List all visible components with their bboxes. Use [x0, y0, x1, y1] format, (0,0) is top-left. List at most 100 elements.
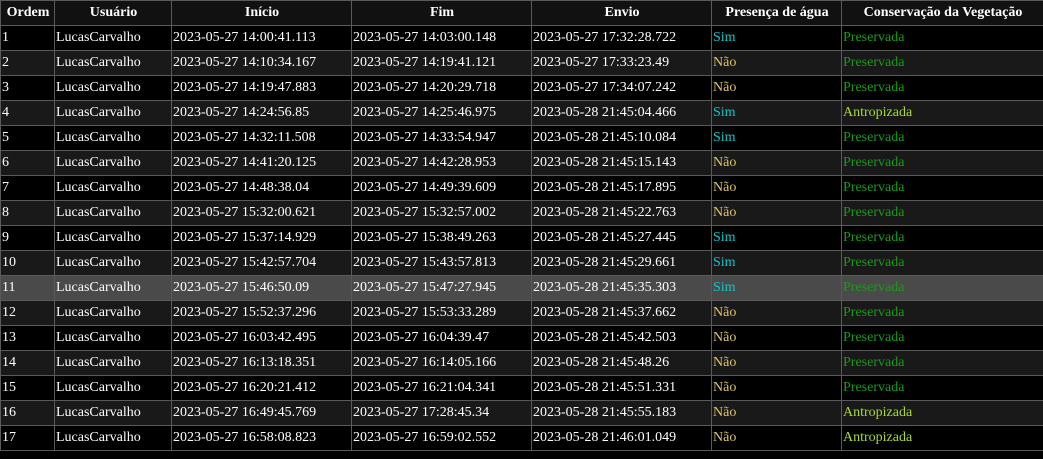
column-header-conservacao-vegetacao[interactable]: Conservação da Vegetação [841, 0, 1043, 26]
cell-inicio: 2023-05-27 16:58:08.823 [171, 425, 352, 451]
cell-inicio: 2023-05-27 14:19:47.883 [171, 75, 352, 101]
cell-envio: 2023-05-28 21:46:01.049 [531, 425, 712, 451]
cell-fim: 2023-05-27 15:38:49.263 [351, 225, 532, 251]
cell-usuario: LucasCarvalho [54, 400, 172, 426]
data-table: Ordem Usuário Início Fim Envio Presença … [0, 0, 1043, 451]
cell-fim: 2023-05-27 15:53:33.289 [351, 300, 532, 326]
cell-presenca-agua: Não [711, 325, 842, 351]
cell-presenca-agua: Não [711, 150, 842, 176]
cell-conservacao-vegetacao: Preservada [841, 75, 1043, 101]
table-row[interactable]: 6 LucasCarvalho 2023-05-27 14:41:20.125 202… [0, 150, 1043, 176]
cell-ordem: 2 [0, 50, 55, 76]
cell-inicio: 2023-05-27 16:49:45.769 [171, 400, 352, 426]
table-row[interactable]: 3 LucasCarvalho 2023-05-27 14:19:47.883 202… [0, 75, 1043, 101]
cell-fim: 2023-05-27 14:33:54.947 [351, 125, 532, 151]
cell-conservacao-vegetacao: Preservada [841, 325, 1043, 351]
cell-envio: 2023-05-28 21:45:22.763 [531, 200, 712, 226]
cell-envio: 2023-05-28 21:45:17.895 [531, 175, 712, 201]
column-header-fim[interactable]: Fim [351, 0, 532, 26]
cell-fim: 2023-05-27 14:20:29.718 [351, 75, 532, 101]
cell-conservacao-vegetacao: Antropizada [841, 425, 1043, 451]
cell-presenca-agua: Não [711, 175, 842, 201]
cell-inicio: 2023-05-27 16:13:18.351 [171, 350, 352, 376]
cell-usuario: LucasCarvalho [54, 175, 172, 201]
cell-fim: 2023-05-27 16:21:04.341 [351, 375, 532, 401]
cell-fim: 2023-05-27 16:14:05.166 [351, 350, 532, 376]
cell-inicio: 2023-05-27 16:03:42.495 [171, 325, 352, 351]
cell-envio: 2023-05-27 17:34:07.242 [531, 75, 712, 101]
cell-usuario: LucasCarvalho [54, 100, 172, 126]
column-header-ordem[interactable]: Ordem [0, 0, 55, 26]
table-row[interactable]: 14 LucasCarvalho 2023-05-27 16:13:18.351 20… [0, 350, 1043, 376]
cell-envio: 2023-05-28 21:45:48.26 [531, 350, 712, 376]
table-row[interactable]: 11 LucasCarvalho 2023-05-27 15:46:50.09 202… [0, 275, 1043, 301]
cell-usuario: LucasCarvalho [54, 300, 172, 326]
cell-conservacao-vegetacao: Preservada [841, 50, 1043, 76]
cell-conservacao-vegetacao: Preservada [841, 200, 1043, 226]
table-row[interactable]: 1 LucasCarvalho 2023-05-27 14:00:41.113 202… [0, 25, 1043, 51]
column-header-presenca-agua[interactable]: Presença de água [711, 0, 842, 26]
cell-inicio: 2023-05-27 14:10:34.167 [171, 50, 352, 76]
cell-envio: 2023-05-28 21:45:27.445 [531, 225, 712, 251]
cell-inicio: 2023-05-27 14:24:56.85 [171, 100, 352, 126]
cell-fim: 2023-05-27 16:04:39.47 [351, 325, 532, 351]
cell-ordem: 14 [0, 350, 55, 376]
cell-ordem: 5 [0, 125, 55, 151]
table-row[interactable]: 8 LucasCarvalho 2023-05-27 15:32:00.621 202… [0, 200, 1043, 226]
cell-ordem: 10 [0, 250, 55, 276]
cell-fim: 2023-05-27 14:42:28.953 [351, 150, 532, 176]
cell-presenca-agua: Não [711, 350, 842, 376]
table-row[interactable]: 15 LucasCarvalho 2023-05-27 16:20:21.412 20… [0, 375, 1043, 401]
column-header-envio[interactable]: Envio [531, 0, 712, 26]
table-row[interactable]: 10 LucasCarvalho 2023-05-27 15:42:57.704 20… [0, 250, 1043, 276]
cell-usuario: LucasCarvalho [54, 350, 172, 376]
table-row[interactable]: 9 LucasCarvalho 2023-05-27 15:37:14.929 202… [0, 225, 1043, 251]
cell-usuario: LucasCarvalho [54, 25, 172, 51]
cell-presenca-agua: Não [711, 425, 842, 451]
cell-ordem: 1 [0, 25, 55, 51]
table-row[interactable]: 7 LucasCarvalho 2023-05-27 14:48:38.04 2023… [0, 175, 1043, 201]
cell-inicio: 2023-05-27 14:32:11.508 [171, 125, 352, 151]
table-header: Ordem Usuário Início Fim Envio Presença … [0, 0, 1043, 26]
column-header-inicio[interactable]: Início [171, 0, 352, 26]
cell-conservacao-vegetacao: Preservada [841, 350, 1043, 376]
table-row[interactable]: 2 LucasCarvalho 2023-05-27 14:10:34.167 202… [0, 50, 1043, 76]
cell-conservacao-vegetacao: Preservada [841, 150, 1043, 176]
cell-ordem: 8 [0, 200, 55, 226]
cell-ordem: 3 [0, 75, 55, 101]
cell-inicio: 2023-05-27 15:32:00.621 [171, 200, 352, 226]
cell-envio: 2023-05-28 21:45:35.303 [531, 275, 712, 301]
cell-inicio: 2023-05-27 14:48:38.04 [171, 175, 352, 201]
cell-fim: 2023-05-27 16:59:02.552 [351, 425, 532, 451]
cell-fim: 2023-05-27 15:32:57.002 [351, 200, 532, 226]
cell-usuario: LucasCarvalho [54, 325, 172, 351]
cell-envio: 2023-05-28 21:45:37.662 [531, 300, 712, 326]
cell-presenca-agua: Sim [711, 125, 842, 151]
cell-usuario: LucasCarvalho [54, 375, 172, 401]
cell-inicio: 2023-05-27 14:00:41.113 [171, 25, 352, 51]
column-header-usuario[interactable]: Usuário [54, 0, 172, 26]
table-row[interactable]: 4 LucasCarvalho 2023-05-27 14:24:56.85 2023… [0, 100, 1043, 126]
table-row[interactable]: 17 LucasCarvalho 2023-05-27 16:58:08.823 20… [0, 425, 1043, 451]
cell-inicio: 2023-05-27 15:52:37.296 [171, 300, 352, 326]
cell-fim: 2023-05-27 15:43:57.813 [351, 250, 532, 276]
cell-fim: 2023-05-27 14:19:41.121 [351, 50, 532, 76]
table-row[interactable]: 16 LucasCarvalho 2023-05-27 16:49:45.769 20… [0, 400, 1043, 426]
table-row[interactable]: 13 LucasCarvalho 2023-05-27 16:03:42.495 20… [0, 325, 1043, 351]
cell-ordem: 6 [0, 150, 55, 176]
cell-ordem: 9 [0, 225, 55, 251]
table-row[interactable]: 5 LucasCarvalho 2023-05-27 14:32:11.508 202… [0, 125, 1043, 151]
cell-usuario: LucasCarvalho [54, 250, 172, 276]
cell-conservacao-vegetacao: Antropizada [841, 100, 1043, 126]
cell-ordem: 11 [0, 275, 55, 301]
cell-presenca-agua: Sim [711, 275, 842, 301]
cell-conservacao-vegetacao: Preservada [841, 275, 1043, 301]
cell-inicio: 2023-05-27 15:42:57.704 [171, 250, 352, 276]
cell-inicio: 2023-05-27 16:20:21.412 [171, 375, 352, 401]
cell-usuario: LucasCarvalho [54, 125, 172, 151]
cell-presenca-agua: Sim [711, 250, 842, 276]
table-row[interactable]: 12 LucasCarvalho 2023-05-27 15:52:37.296 20… [0, 300, 1043, 326]
cell-envio: 2023-05-28 21:45:51.331 [531, 375, 712, 401]
cell-conservacao-vegetacao: Preservada [841, 375, 1043, 401]
cell-conservacao-vegetacao: Antropizada [841, 400, 1043, 426]
